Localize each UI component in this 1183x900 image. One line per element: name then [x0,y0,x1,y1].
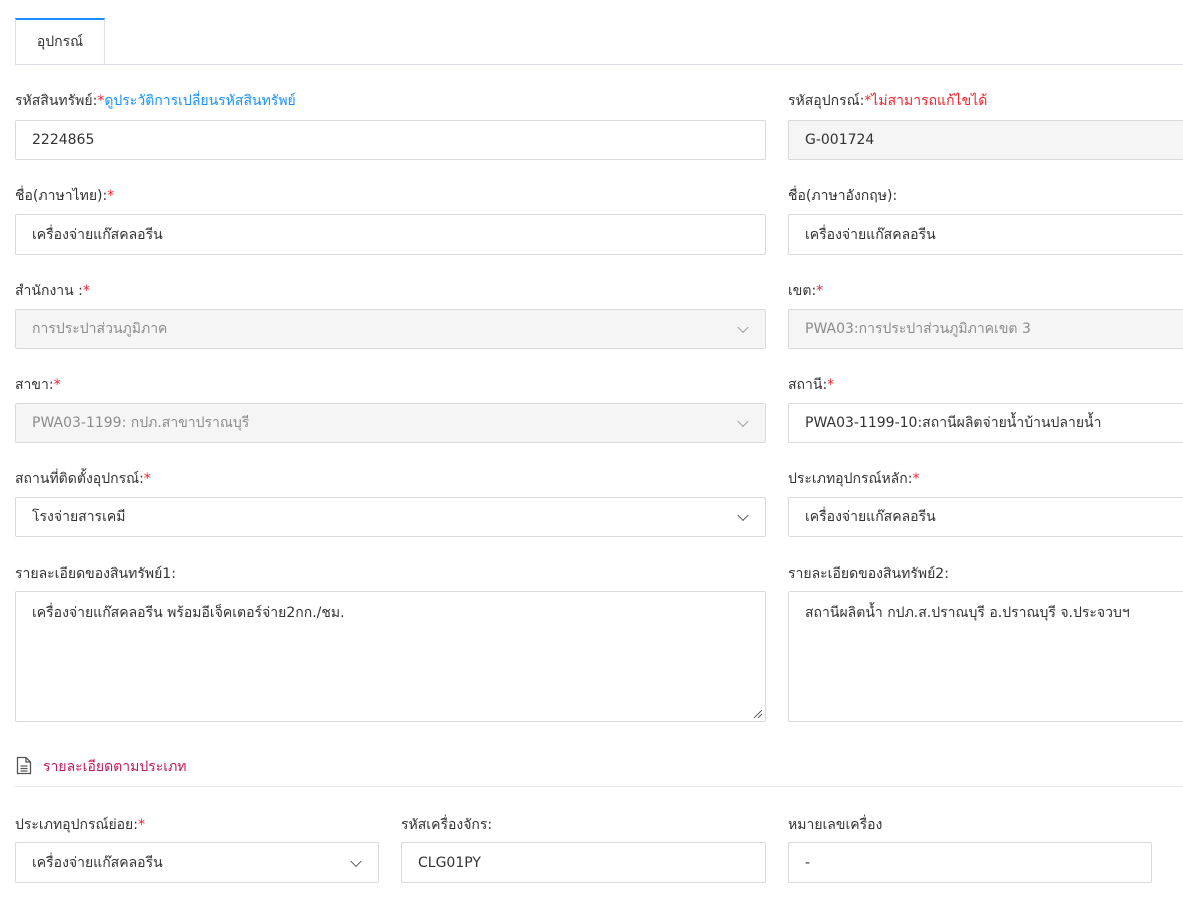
tab-equipment[interactable]: อุปกรณ์ [15,18,105,64]
name-th-label: ชื่อ(ภาษาไทย):* [15,188,115,204]
tab-divider [15,64,1183,65]
asset-code-history-link[interactable]: ดูประวัติการเปลี่ยนรหัสสินทรัพย์ [104,93,295,109]
office-label: สำนักงาน :* [15,283,90,299]
zone-select[interactable]: PWA03:การประปาส่วนภูมิภาคเขต 3 [788,309,1183,349]
equipment-code-label: รหัสอุปกรณ์:*ไม่สามารถแก้ไขได้ [788,93,988,109]
asset-detail1-textarea[interactable]: เครื่องจ่ายแก๊สคลอรีน พร้อมอีเจ็คเตอร์จ่… [15,591,766,722]
document-icon [16,756,32,775]
chevron-down-icon [737,321,749,334]
station-label: สถานี:* [788,377,835,393]
section-divider [15,786,1183,787]
resize-handle-icon[interactable] [754,710,762,718]
sub-type-label: ประเภทอุปกรณ์ย่อย:* [15,817,145,833]
name-en-input[interactable]: เครื่องจ่ายแก๊สคลอรีน [788,214,1183,255]
machine-code-input[interactable]: CLG01PY [401,842,766,883]
asset-detail1-label: รายละเอียดของสินทรัพย์1: [15,566,176,582]
machine-code-label: รหัสเครื่องจักร: [401,817,493,833]
name-en-label: ชื่อ(ภาษาอังกฤษ): [788,188,898,204]
branch-select[interactable]: PWA03-1199: กปภ.สาขาปราณบุรี [15,403,766,443]
machine-number-input[interactable]: - [788,842,1152,883]
asset-code-label: รหัสสินทรัพย์:*ดูประวัติการเปลี่ยนรหัสสิ… [15,93,296,109]
equipment-code-input[interactable]: G-001724 [788,120,1183,160]
main-type-label: ประเภทอุปกรณ์หลัก:* [788,471,920,487]
asset-code-input[interactable]: 2224865 [15,120,766,160]
name-th-input[interactable]: เครื่องจ่ายแก๊สคลอรีน [15,214,766,255]
sub-type-select[interactable]: เครื่องจ่ายแก๊สคลอรีน [15,842,379,883]
main-type-select[interactable]: เครื่องจ่ายแก๊สคลอรีน [788,497,1183,537]
chevron-down-icon [350,855,362,867]
install-location-label: สถานที่ติดตั้งอุปกรณ์:* [15,471,151,487]
install-location-select[interactable]: โรงจ่ายสารเคมี [15,497,766,537]
zone-label: เขต:* [788,283,824,299]
branch-label: สาขา:* [15,377,61,393]
chevron-down-icon [737,509,749,522]
type-section-title: รายละเอียดตามประเภท [43,759,187,775]
station-select[interactable]: PWA03-1199-10:สถานีผลิตจ่ายน้ำบ้านปลายน้… [788,403,1183,443]
office-select[interactable]: การประปาส่วนภูมิภาค [15,309,766,349]
machine-number-label: หมายเลขเครื่อง [788,817,883,833]
asset-detail2-textarea[interactable]: สถานีผลิตน้ำ กปภ.ส.ปราณบุรี อ.ปราณบุรี จ… [788,591,1183,722]
asset-detail2-label: รายละเอียดของสินทรัพย์2: [788,566,949,582]
chevron-down-icon [737,415,749,428]
tab-equipment-label: อุปกรณ์ [36,34,84,50]
